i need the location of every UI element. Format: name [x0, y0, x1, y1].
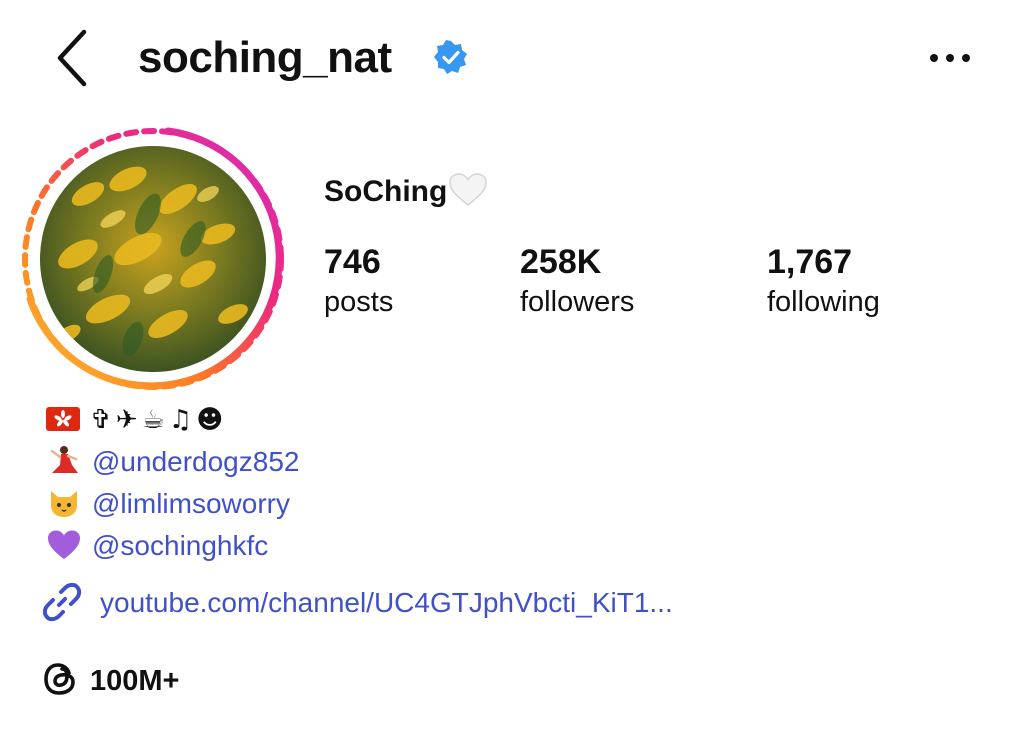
bio-symbols: ✞✈☕♫☻ [90, 405, 228, 435]
stat-posts-label: posts [324, 286, 394, 318]
profile-link-text: youtube.com/channel/UC4GTJphVbcti_KiT1..… [100, 587, 673, 618]
profile-avatar[interactable] [18, 124, 288, 394]
mention-link-3[interactable]: @sochinghkfc [92, 530, 268, 561]
bio-line-3: @sochinghkfc [46, 526, 268, 566]
bio-line-1: @underdogz852 [46, 442, 299, 482]
stat-followers[interactable]: 258K followers [520, 240, 634, 320]
bio-line-2: @limlimsoworry [46, 484, 290, 524]
display-name: SoChing [324, 172, 488, 218]
stat-posts[interactable]: 746 posts [324, 240, 393, 320]
purple-heart-emoji-icon [46, 529, 82, 561]
mention-link-1[interactable]: @underdogz852 [92, 446, 299, 477]
display-name-text: SoChing [324, 175, 448, 208]
more-options-button[interactable] [926, 46, 974, 70]
link-icon [42, 582, 82, 622]
hong-kong-flag-icon [46, 403, 80, 431]
threads-count: 100M+ [90, 665, 180, 697]
stat-following-label: following [767, 286, 880, 318]
white-heart-icon [449, 173, 488, 218]
verified-badge-icon [434, 40, 468, 74]
dancer-emoji-icon [46, 445, 82, 477]
stat-following[interactable]: 1,767 following [767, 240, 880, 320]
back-button[interactable] [52, 28, 96, 88]
threads-badge[interactable]: 100M+ [42, 660, 179, 701]
stat-followers-label: followers [520, 286, 635, 318]
stat-following-value: 1,767 [767, 243, 853, 281]
bio-emoji-line: ✞✈☕♫☻ [46, 400, 227, 440]
threads-icon [42, 660, 80, 698]
mention-link-2[interactable]: @limlimsoworry [92, 488, 290, 519]
stat-followers-value: 258K [520, 243, 602, 281]
cat-emoji-icon [46, 487, 82, 519]
more-horizontal-icon [930, 54, 970, 62]
profile-username: soching_nat [138, 33, 392, 82]
chevron-left-icon [57, 29, 87, 87]
profile-external-link[interactable]: youtube.com/channel/UC4GTJphVbcti_KiT1..… [42, 582, 673, 623]
stat-posts-value: 746 [324, 243, 381, 281]
